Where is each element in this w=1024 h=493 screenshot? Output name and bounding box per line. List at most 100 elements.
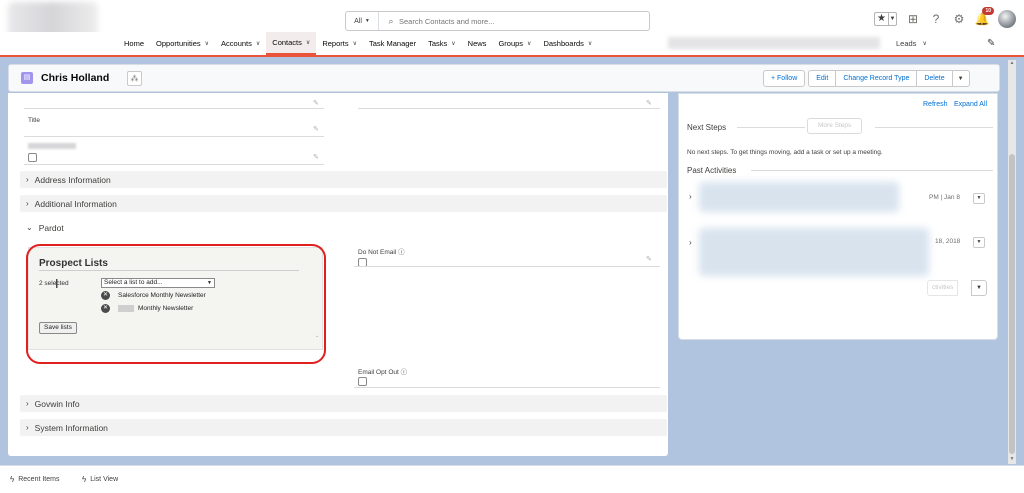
highlight-annotation — [26, 244, 326, 364]
search-input[interactable] — [399, 13, 599, 29]
list-view-button[interactable]: ϟ List View — [82, 475, 118, 484]
chevron-down-icon[interactable]: ∨ — [353, 40, 357, 47]
chevron-down-icon[interactable]: ∨ — [922, 40, 926, 47]
chevron-down-icon[interactable]: ∨ — [306, 39, 310, 46]
nav-item-groups[interactable]: Groups ∨ — [492, 32, 537, 55]
nav-item-dashboards[interactable]: Dashboards ∨ — [537, 32, 598, 55]
field-row — [24, 139, 324, 165]
section-additional-information[interactable]: › Additional Information — [20, 195, 667, 212]
notification-badge: 10 — [982, 7, 994, 15]
next-steps-title: Next Steps — [687, 123, 727, 132]
recent-items-button[interactable]: ϟ Recent Items — [10, 475, 59, 484]
chevron-right-icon: › — [26, 423, 29, 432]
chevron-right-icon: › — [26, 175, 29, 184]
bolt-icon: ϟ — [82, 475, 87, 484]
avatar[interactable] — [998, 10, 1016, 28]
chevron-down-icon[interactable]: ∨ — [256, 40, 260, 47]
chevron-right-icon: › — [26, 199, 29, 208]
nav-item-label: Dashboards — [543, 39, 584, 48]
refresh-link[interactable]: Refresh — [923, 101, 948, 108]
edit-button[interactable]: Edit — [808, 70, 837, 87]
nav-blurred-items — [668, 37, 880, 49]
nav-item-label: Leads — [896, 39, 917, 48]
nav-bar: Home Opportunities ∨ Accounts ∨ Contacts ∨ Repo… — [0, 32, 1024, 57]
star-icon[interactable]: ★ — [875, 13, 888, 25]
nav-item-label: News — [467, 39, 487, 48]
pencil-icon[interactable]: ✎ — [646, 255, 652, 263]
past-activities-title: Past Activities — [687, 166, 737, 175]
field-row — [358, 93, 660, 109]
scroll-thumb[interactable] — [1009, 154, 1015, 454]
chevron-down-icon: ⌄ — [26, 223, 33, 232]
expand-all-link[interactable]: Expand All — [954, 101, 987, 108]
section-title: Govwin Info — [34, 398, 80, 409]
chevron-down-icon[interactable]: ∨ — [205, 40, 209, 47]
record-header: ▤ Chris Holland ⁂ + Follow Edit Change R… — [8, 64, 1000, 92]
nav-item-label: Home — [124, 39, 145, 48]
chevron-right-icon[interactable]: › — [689, 192, 692, 201]
hierarchy-icon[interactable]: ⁂ — [127, 71, 142, 86]
scrollbar[interactable]: ▲ ▼ — [1008, 60, 1016, 464]
title-field — [24, 113, 324, 137]
nav-item-home[interactable]: Home — [118, 32, 150, 55]
nav-item-label: Accounts — [221, 39, 252, 48]
scroll-down-icon[interactable]: ▼ — [1008, 456, 1016, 464]
search-scope-dropdown[interactable]: All ▼ — [346, 12, 379, 30]
blurred-activity — [699, 182, 899, 212]
bell-icon[interactable]: 🔔 10 — [975, 7, 994, 26]
nav-item-reports[interactable]: Reports ∨ — [316, 32, 363, 55]
section-pardot[interactable]: ⌄ Pardot — [20, 219, 667, 236]
activity-menu-icon[interactable]: ▼ — [973, 193, 985, 204]
global-search[interactable]: All ▼ ⌕ — [345, 11, 650, 31]
chevron-down-icon: ▼ — [364, 18, 370, 24]
no-next-steps-text: No next steps. To get things moving, add… — [687, 149, 883, 156]
nav-item-label: Groups — [498, 39, 524, 48]
chevron-down-icon[interactable]: ∨ — [527, 40, 531, 47]
nav-item-contacts[interactable]: Contacts ∨ — [266, 32, 317, 55]
pencil-icon[interactable]: ✎ — [313, 125, 319, 133]
nav-item-leads[interactable]: Leads ∨ — [896, 32, 927, 55]
nav-item-accounts[interactable]: Accounts ∨ — [215, 32, 266, 55]
nav-item-news[interactable]: News — [462, 32, 493, 55]
chevron-right-icon: › — [26, 399, 29, 408]
pencil-icon[interactable]: ✎ — [313, 99, 319, 107]
chevron-down-icon[interactable]: ∨ — [451, 40, 455, 47]
more-actions-icon[interactable]: ▼ — [951, 70, 970, 87]
more-steps-button[interactable]: More Steps — [807, 118, 863, 134]
gear-icon[interactable]: ⚙ — [952, 12, 966, 26]
follow-button[interactable]: + Follow — [763, 70, 806, 87]
activity-menu-icon[interactable]: ▼ — [973, 237, 985, 248]
global-header: All ▼ ⌕ ★ ▼ ⊞ ? ⚙ 🔔10 — [0, 0, 1024, 44]
section-system-information[interactable]: › System Information — [20, 419, 667, 436]
utility-bar: ϟ Recent Items ϟ List View — [0, 465, 1024, 493]
scroll-up-icon[interactable]: ▲ — [1008, 60, 1016, 68]
nav-item-label: Task Manager — [368, 39, 417, 48]
pencil-icon[interactable]: ✎ — [987, 38, 995, 49]
section-address-information[interactable]: › Address Information — [20, 171, 667, 188]
help-icon[interactable]: ? — [929, 12, 943, 26]
chevron-down-icon[interactable]: ▼ — [971, 280, 987, 296]
search-scope-label: All — [354, 17, 362, 25]
change-record-type-button[interactable]: Change Record Type — [835, 70, 918, 87]
global-actions-icon[interactable]: ⊞ — [906, 12, 920, 26]
chevron-down-icon[interactable]: ∨ — [588, 40, 592, 47]
header-utility-icons: ★ ▼ ⊞ ? ⚙ 🔔 10 — [874, 7, 1016, 28]
chevron-right-icon[interactable]: › — [689, 238, 692, 247]
blurred-activity — [699, 228, 929, 276]
nav-item-label: Tasks — [428, 39, 448, 48]
nav-item-opportunities[interactable]: Opportunities ∨ — [150, 32, 215, 55]
section-govwin-info[interactable]: › Govwin Info — [20, 395, 667, 412]
email-opt-out-field — [354, 361, 660, 388]
section-title: System Information — [34, 422, 108, 433]
activity-date: PM | Jan 8 — [929, 194, 960, 201]
recent-items-label: Recent Items — [18, 476, 60, 483]
pencil-icon[interactable]: ✎ — [646, 99, 652, 107]
chevron-down-icon[interactable]: ▼ — [888, 13, 896, 25]
pencil-icon[interactable]: ✎ — [313, 153, 319, 161]
nav-item-task-manager[interactable]: Task Manager — [363, 32, 422, 55]
nav-item-tasks[interactable]: Tasks ∨ — [422, 32, 462, 55]
favorites-group[interactable]: ★ ▼ — [874, 12, 897, 26]
delete-button[interactable]: Delete — [916, 70, 953, 87]
activity-card: Refresh Expand All Next Steps More Steps… — [678, 93, 998, 340]
view-activities-button[interactable]: ctivities — [927, 280, 959, 296]
